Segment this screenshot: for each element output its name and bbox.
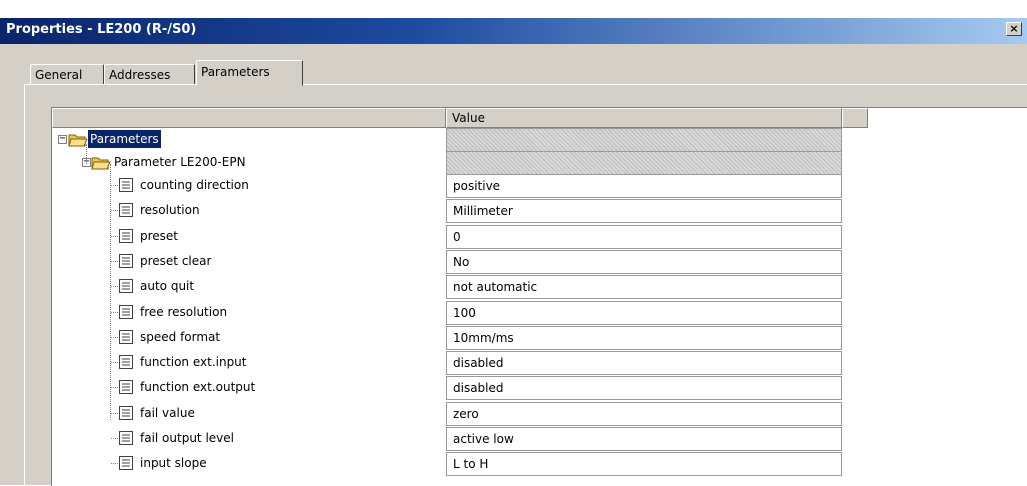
tab-label: Parameters	[201, 65, 270, 79]
parameter-label[interactable]: auto quit	[138, 277, 196, 295]
tree-connector	[111, 438, 118, 439]
tree-connector	[111, 463, 118, 464]
tree-label-root[interactable]: Parameters	[87, 129, 162, 149]
parameter-label[interactable]: fail value	[138, 404, 197, 422]
parameter-value[interactable]: disabled	[446, 351, 842, 375]
document-icon	[119, 431, 133, 445]
parameter-value[interactable]: No	[446, 250, 842, 274]
header-value-label: Value	[452, 111, 485, 125]
tree-row-parameter[interactable]: preset 0	[52, 225, 1027, 249]
folder-open-icon	[68, 134, 88, 147]
tab-label: General	[35, 68, 83, 82]
parameters-panel: Value − Parameters − Parameter LE200-EPN…	[24, 84, 1027, 486]
parameter-value[interactable]: disabled	[446, 376, 842, 400]
parameter-value[interactable]: zero	[446, 402, 842, 426]
tree-connector	[111, 413, 118, 414]
tree-connector	[111, 362, 118, 363]
tree-row-parameter[interactable]: free resolution 100	[52, 301, 1027, 325]
dialog-body: General Addresses Parameters Value − Par…	[0, 44, 1027, 486]
title-bar[interactable]: Properties - LE200 (R-/S0) ×	[0, 18, 1027, 44]
parameter-label[interactable]: preset clear	[138, 252, 213, 270]
tree-connector	[111, 236, 118, 237]
tree-row-parameter[interactable]: function ext.output disabled	[52, 376, 1027, 400]
tree-connector	[111, 312, 118, 313]
parameter-label[interactable]: function ext.output	[138, 378, 257, 396]
parameter-value[interactable]: L to H	[446, 452, 842, 476]
parameter-value[interactable]: 0	[446, 225, 842, 249]
tree-row-parameter[interactable]: fail output level active low	[52, 427, 1027, 451]
header-name-column[interactable]	[52, 108, 446, 128]
parameter-label[interactable]: counting direction	[138, 176, 251, 194]
parameter-tree-grid[interactable]: Value − Parameters − Parameter LE200-EPN…	[51, 107, 1027, 486]
parameter-label[interactable]: function ext.input	[138, 353, 249, 371]
collapse-icon[interactable]: −	[58, 134, 67, 144]
tree-row-parameter[interactable]: preset clear No	[52, 250, 1027, 274]
parameter-label[interactable]: preset	[138, 227, 180, 245]
document-icon	[119, 355, 133, 369]
header-extra-column[interactable]	[842, 108, 868, 128]
close-button[interactable]: ×	[1006, 22, 1022, 36]
document-icon	[119, 279, 133, 293]
tab-parameters[interactable]: Parameters	[196, 60, 303, 86]
tree-connector	[111, 210, 118, 211]
document-icon	[119, 229, 133, 243]
grid-header: Value	[52, 108, 1027, 128]
parameter-value[interactable]: 10mm/ms	[446, 326, 842, 350]
parameter-value[interactable]: positive	[446, 174, 842, 198]
tree-row-parameter[interactable]: fail value zero	[52, 402, 1027, 426]
window-title: Properties - LE200 (R-/S0)	[6, 22, 197, 37]
tree-row-parameter[interactable]: input slope L to H	[52, 452, 1027, 476]
parameter-label[interactable]: free resolution	[138, 303, 229, 321]
tree-value-group	[446, 151, 842, 175]
parameter-label[interactable]: fail output level	[138, 429, 236, 447]
close-icon: ×	[1009, 22, 1019, 35]
document-icon	[119, 305, 133, 319]
tab-addresses[interactable]: Addresses	[104, 64, 195, 86]
parameter-value[interactable]: Millimeter	[446, 199, 842, 223]
document-icon	[119, 254, 133, 268]
document-icon	[119, 330, 133, 344]
parameter-value[interactable]: active low	[446, 427, 842, 451]
document-icon	[119, 456, 133, 470]
tree-connector	[111, 337, 118, 338]
header-value-column[interactable]: Value	[446, 108, 842, 128]
document-icon	[119, 380, 133, 394]
tree-row-parameter[interactable]: counting direction positive	[52, 174, 1027, 198]
tree-row-parameter[interactable]: speed format 10mm/ms	[52, 326, 1027, 350]
document-icon	[119, 178, 133, 192]
tree-connector	[111, 185, 118, 186]
tree-connector	[86, 144, 87, 164]
tab-label: Addresses	[109, 68, 171, 82]
parameter-value[interactable]: 100	[446, 301, 842, 325]
tree-row-root[interactable]: − Parameters	[52, 128, 1027, 152]
tree-label-group[interactable]: Parameter LE200-EPN	[112, 153, 248, 171]
tree-row-group[interactable]: − Parameter LE200-EPN	[52, 151, 1027, 175]
tree-connector	[111, 286, 118, 287]
document-icon	[119, 203, 133, 217]
document-icon	[119, 406, 133, 420]
tree-row-parameter[interactable]: function ext.input disabled	[52, 351, 1027, 375]
tree-value-root	[446, 128, 842, 152]
tree-row-parameter[interactable]: auto quit not automatic	[52, 275, 1027, 299]
tree-row-parameter[interactable]: resolution Millimeter	[52, 199, 1027, 223]
folder-open-icon	[91, 157, 111, 170]
parameter-label[interactable]: resolution	[138, 201, 202, 219]
parameter-label[interactable]: speed format	[138, 328, 222, 346]
tab-general[interactable]: General	[30, 64, 104, 86]
parameter-label[interactable]: input slope	[138, 454, 209, 472]
tree-connector	[111, 261, 118, 262]
parameter-value[interactable]: not automatic	[446, 275, 842, 299]
tree-connector	[111, 387, 118, 388]
